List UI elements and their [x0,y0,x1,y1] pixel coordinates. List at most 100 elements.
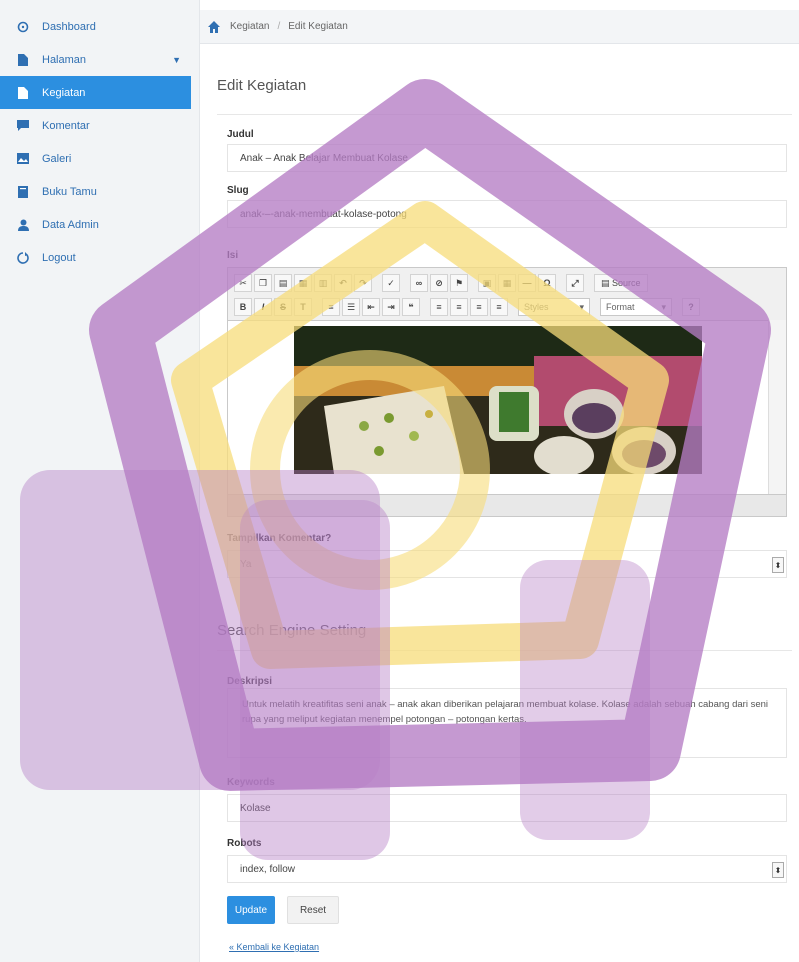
horizontal-line-icon[interactable]: ― [518,274,536,292]
keywords-label: Keywords [227,777,275,788]
sidebar-item-galeri[interactable]: Galeri [0,142,199,175]
chevron-down-icon: ▾ [579,301,584,312]
sidebar: Dashboard Halaman ▼ Kegiatan Komentar Ga… [0,0,200,962]
editor-scrollbar[interactable] [768,320,786,496]
sidebar-item-data-admin[interactable]: Data Admin [0,208,199,241]
file-icon [16,86,30,100]
align-right-icon[interactable]: ≡ [470,298,488,316]
editor-resize-bar[interactable] [228,494,786,516]
bold-icon[interactable]: B [234,298,252,316]
strike-icon[interactable]: S [274,298,292,316]
keywords-input[interactable]: Kolase [227,794,787,822]
sidebar-item-label: Data Admin [42,218,99,231]
robots-select[interactable]: index, follow ⬍ [227,855,787,883]
insert-image-icon[interactable]: ▣ [478,274,496,292]
source-icon: ▤ [601,277,610,288]
rich-text-editor[interactable]: ✂ ❐ ▤ ▦ ▥ ↶ ↷ ✓ ∞ ⊘ ⚑ ▣ ▦ ― Ω ⤢ ▤ Source… [227,267,787,517]
special-char-icon[interactable]: Ω [538,274,556,292]
source-button[interactable]: ▤ Source [594,274,648,292]
sidebar-item-halaman[interactable]: Halaman ▼ [0,43,199,76]
sidebar-item-label: Buku Tamu [42,185,97,198]
komentar-select[interactable]: Ya ⬍ [227,550,787,578]
blockquote-icon[interactable]: ❝ [402,298,420,316]
breadcrumb-separator: / [277,21,281,32]
sidebar-item-label: Halaman [42,53,87,66]
seo-section-title: Search Engine Setting [217,622,367,639]
numbered-list-icon[interactable]: ≡ [322,298,340,316]
paste-icon[interactable]: ▤ [274,274,292,292]
format-label: Format [606,302,635,312]
sidebar-item-label: Logout [42,251,76,264]
home-icon[interactable] [208,20,220,33]
page-title: Edit Kegiatan [217,77,307,94]
user-icon [16,218,30,232]
title-divider [217,114,792,115]
judul-label: Judul [227,129,254,140]
paste-text-icon[interactable]: ▦ [294,274,312,292]
remove-format-icon[interactable]: T [294,298,312,316]
logout-icon [16,251,30,265]
slug-input[interactable]: anak-–-anak-membuat-kolase-potong [227,200,787,228]
unlink-icon[interactable]: ⊘ [430,274,448,292]
robots-label: Robots [227,838,262,849]
help-icon[interactable]: ? [682,298,700,316]
link-icon[interactable]: ∞ [410,274,428,292]
slug-label: Slug [227,185,249,196]
maximize-icon[interactable]: ⤢ [566,274,584,292]
editor-toolbar-row-1: ✂ ❐ ▤ ▦ ▥ ↶ ↷ ✓ ∞ ⊘ ⚑ ▣ ▦ ― Ω ⤢ ▤ Source [234,272,648,294]
image-icon [16,152,30,166]
sidebar-item-dashboard[interactable]: Dashboard [0,10,199,43]
italic-icon[interactable]: I [254,298,272,316]
deskripsi-textarea[interactable]: Untuk melatih kreatifitas seni anak – an… [227,688,787,758]
book-icon [16,185,30,199]
sidebar-item-label: Dashboard [42,20,96,33]
reset-button[interactable]: Reset [287,896,339,924]
align-center-icon[interactable]: ≡ [450,298,468,316]
table-icon[interactable]: ▦ [498,274,516,292]
editor-embedded-photo[interactable] [294,326,702,474]
bullet-list-icon[interactable]: ☰ [342,298,360,316]
judul-input[interactable]: Anak – Anak Belajar Membuat Kolase [227,144,787,172]
spellcheck-icon[interactable]: ✓ [382,274,400,292]
isi-label: Isi [227,250,239,261]
sidebar-item-label: Kegiatan [42,86,86,99]
sidebar-item-logout[interactable]: Logout [0,241,199,274]
sidebar-item-komentar[interactable]: Komentar [0,109,199,142]
styles-select[interactable]: Styles ▾ [518,298,590,316]
source-label: Source [612,278,641,288]
chevron-down-icon: ▾ [661,301,666,312]
outdent-icon[interactable]: ⇤ [362,298,380,316]
format-select[interactable]: Format ▾ [600,298,672,316]
styles-label: Styles [524,302,549,312]
copy-icon[interactable]: ❐ [254,274,272,292]
cut-icon[interactable]: ✂ [234,274,252,292]
breadcrumb-item-current: Edit Kegiatan [288,21,348,32]
komentar-label: Tampilkan Komentar? [227,533,332,544]
komentar-value: Ya [240,558,252,570]
align-justify-icon[interactable]: ≡ [490,298,508,316]
paste-word-icon[interactable]: ▥ [314,274,332,292]
chevron-down-icon: ▼ [172,54,181,65]
back-link[interactable]: « Kembali ke Kegiatan [229,942,319,952]
breadcrumb-item-kegiatan[interactable]: Kegiatan [230,21,269,32]
sidebar-item-label: Galeri [42,152,72,165]
redo-icon[interactable]: ↷ [354,274,372,292]
select-arrow-icon: ⬍ [772,862,784,878]
select-arrow-icon: ⬍ [772,557,784,573]
align-left-icon[interactable]: ≡ [430,298,448,316]
deskripsi-label: Deskripsi [227,676,273,687]
sidebar-item-kegiatan[interactable]: Kegiatan [0,76,191,109]
robots-value: index, follow [240,863,296,875]
breadcrumb: Kegiatan / Edit Kegiatan [200,10,799,44]
dashboard-icon [16,20,30,34]
sidebar-item-label: Komentar [42,119,90,132]
undo-icon[interactable]: ↶ [334,274,352,292]
indent-icon[interactable]: ⇥ [382,298,400,316]
anchor-icon[interactable]: ⚑ [450,274,468,292]
sidebar-item-buku-tamu[interactable]: Buku Tamu [0,175,199,208]
seo-divider [217,650,792,651]
comment-icon [16,119,30,133]
editor-toolbar-row-2: B I S T ≡ ☰ ⇤ ⇥ ❝ ≡ ≡ ≡ ≡ Styles ▾ Format… [234,296,700,318]
file-icon [16,53,30,67]
update-button[interactable]: Update [227,896,275,924]
